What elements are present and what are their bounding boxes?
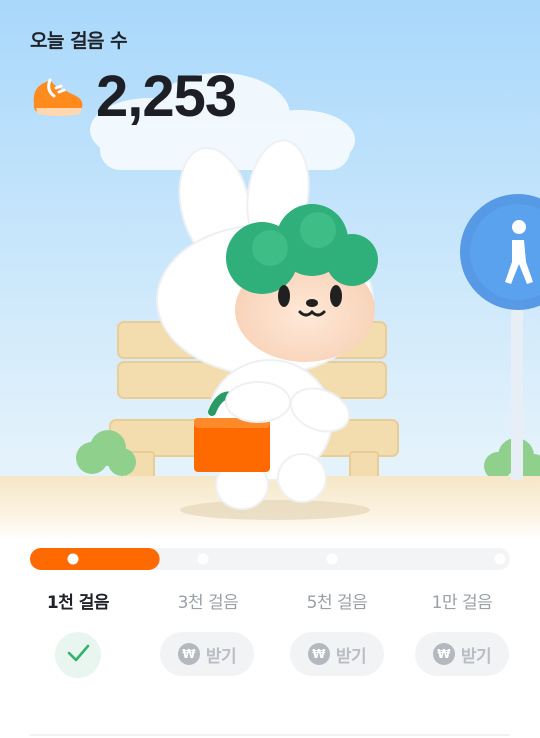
milestone-dot: [67, 553, 79, 565]
claim-button-label: 받기: [335, 646, 367, 667]
reward-claimed-check: [55, 632, 101, 678]
milestone-label-5000: 5천 걸음: [306, 593, 368, 613]
milestone-dot: [197, 553, 209, 565]
won-coin-icon: ₩: [307, 643, 330, 665]
claim-button-5000[interactable]: ₩ 받기: [290, 632, 384, 676]
divider: [30, 734, 510, 736]
claim-button-10000[interactable]: ₩ 받기: [415, 632, 509, 676]
milestone-label-3000: 3천 걸음: [177, 593, 239, 613]
claim-button-3000[interactable]: ₩ 받기: [160, 632, 254, 676]
won-coin-icon: ₩: [177, 643, 200, 665]
milestone-dot: [494, 553, 506, 565]
steps-count: 2,253: [96, 64, 237, 129]
claim-button-label: 받기: [460, 646, 492, 667]
progress-fill: [30, 548, 160, 570]
milestone-label-1000: 1천 걸음: [46, 593, 110, 613]
milestone-label-10000: 1만 걸음: [431, 593, 493, 613]
won-coin-icon: ₩: [432, 643, 455, 665]
sneaker-icon: [28, 66, 86, 128]
reward-actions: ₩ 받기 ₩ 받기 ₩ 받기: [0, 632, 540, 680]
claim-button-label: 받기: [205, 646, 237, 667]
step-progress-bar: [30, 548, 510, 570]
check-icon: [65, 640, 91, 670]
steps-counter: 2,253: [28, 64, 237, 130]
today-steps-label: 오늘 걸음 수: [30, 30, 128, 52]
milestone-dot: [326, 553, 338, 565]
milestone-labels: 1천 걸음 3천 걸음 5천 걸음 1만 걸음: [0, 588, 540, 618]
